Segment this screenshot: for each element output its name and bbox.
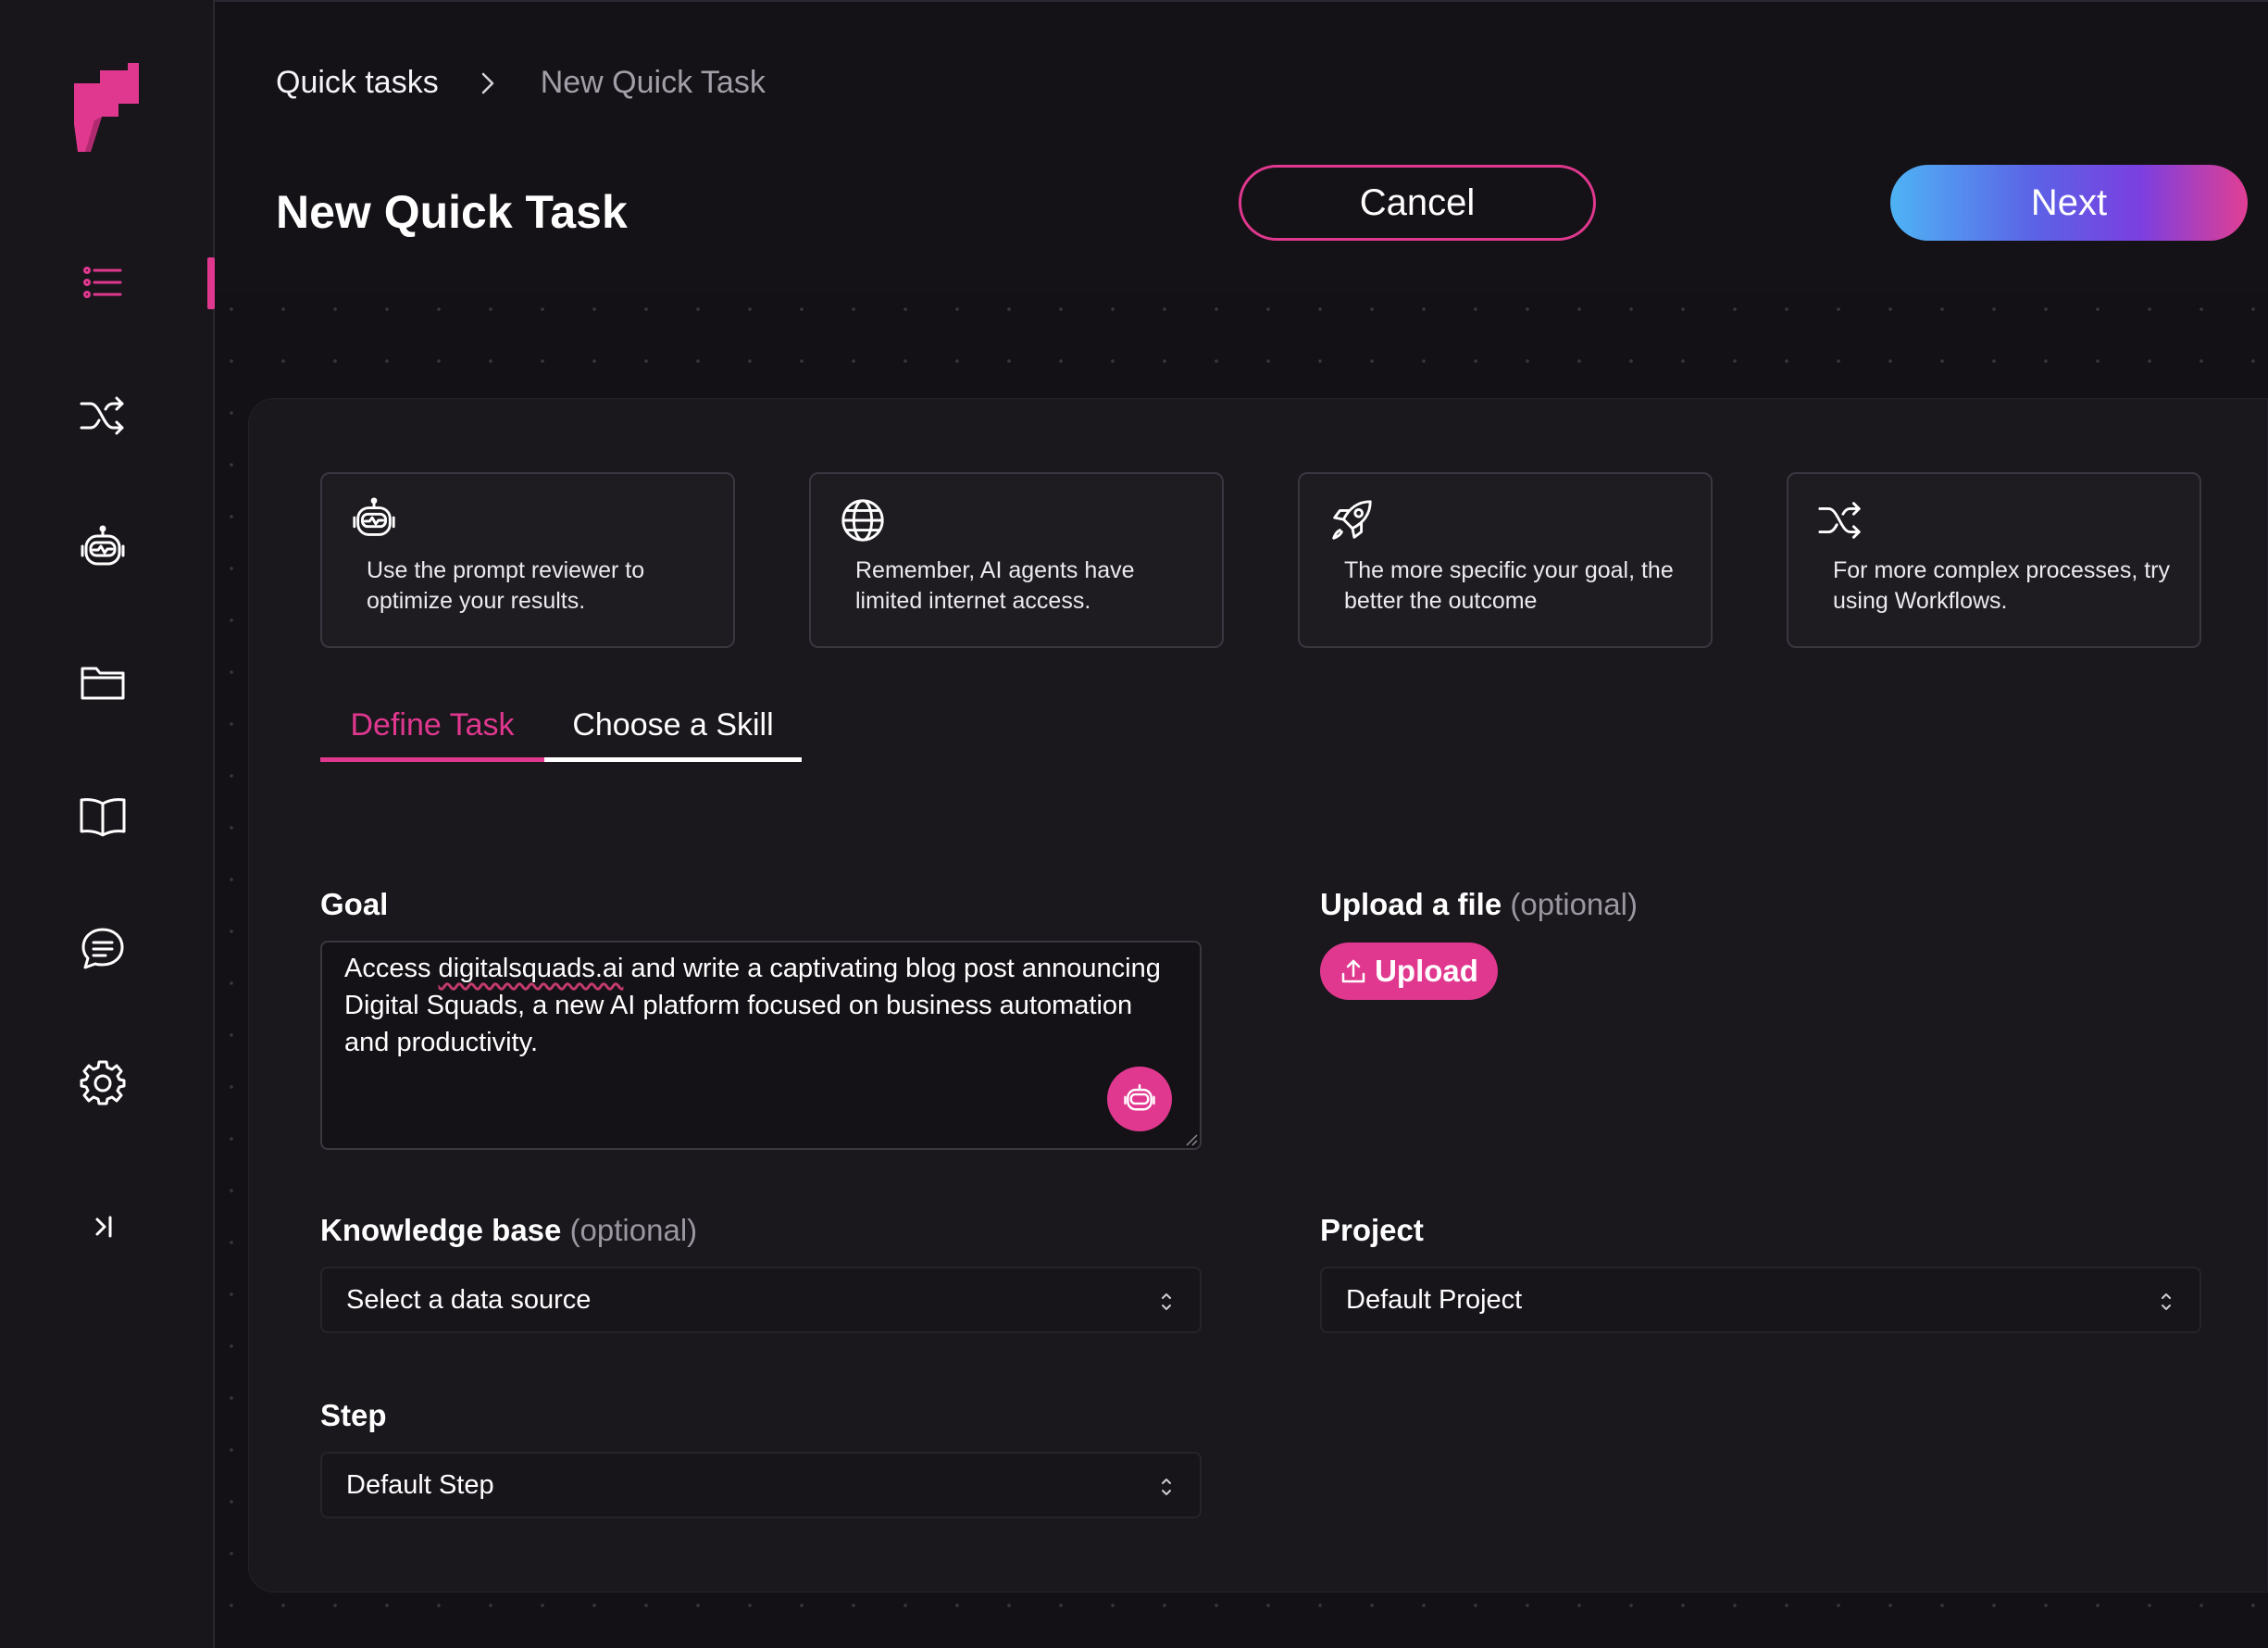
sidebar-item-workflows[interactable] (72, 385, 133, 446)
tip-card-prompt-reviewer: Use the prompt reviewer to optimize your… (320, 472, 735, 648)
chat-icon (81, 928, 124, 969)
project-select[interactable]: Default Project (1320, 1267, 2201, 1333)
robot-icon (81, 525, 125, 566)
upload-button-label: Upload (1375, 954, 1478, 988)
resize-handle-icon[interactable] (1183, 1131, 1198, 1146)
tip-text: Use the prompt reviewer to optimize your… (367, 557, 645, 614)
breadcrumb: Quick tasks New Quick Task (276, 65, 766, 101)
upload-button[interactable]: Upload (1320, 943, 1498, 1000)
book-icon (80, 798, 126, 837)
sidebar (0, 0, 215, 1648)
tip-text: For more complex processes, try using Wo… (1833, 557, 2170, 614)
tip-card-workflows: For more complex processes, try using Wo… (1787, 472, 2201, 648)
shuffle-icon (1818, 502, 1861, 539)
tip-card-specific-goal: The more specific your goal, the better … (1298, 472, 1713, 648)
page-title: New Quick Task (276, 186, 628, 238)
shuffle-icon (80, 396, 124, 435)
sidebar-item-chat[interactable] (72, 918, 133, 980)
tip-text: The more specific your goal, the better … (1344, 557, 1674, 614)
knowledge-base-label: Knowledge base (optional) (320, 1213, 697, 1248)
step-label: Step (320, 1398, 387, 1432)
chevron-up-down-icon (1162, 1293, 1171, 1310)
goal-text-part: Access (344, 954, 439, 983)
tip-text: Remember, AI agents have limited interne… (855, 557, 1135, 614)
tab-choose-skill[interactable]: Choose a Skill (544, 707, 802, 763)
prompt-reviewer-button[interactable] (1107, 1067, 1172, 1131)
robot-icon (353, 497, 395, 536)
goal-text[interactable]: Access digitalsquads.ai and write a capt… (344, 950, 1178, 1061)
upload-label-text: Upload a file (1320, 887, 1502, 921)
app-root: Quick tasks New Quick Task New Quick Tas… (0, 0, 2268, 1648)
tab-define-task[interactable]: Define Task (320, 707, 544, 763)
step-value: Default Step (346, 1469, 494, 1500)
breadcrumb-quick-tasks[interactable]: Quick tasks (276, 65, 439, 101)
sidebar-item-knowledge[interactable] (72, 785, 133, 846)
chevron-up-down-icon (2162, 1293, 2171, 1310)
step-select[interactable]: Default Step (320, 1452, 1202, 1518)
knowledge-base-label-text: Knowledge base (320, 1213, 562, 1247)
goal-text-link: digitalsquads.ai (438, 954, 624, 983)
robot-icon (1124, 1083, 1155, 1111)
upload-icon (1341, 959, 1365, 983)
chevron-up-down-icon (1162, 1479, 1171, 1495)
next-button[interactable]: Next (1890, 165, 2248, 241)
goal-label: Goal (320, 887, 389, 921)
project-value: Default Project (1346, 1284, 1523, 1315)
goal-textarea[interactable]: Access digitalsquads.ai and write a capt… (320, 941, 1202, 1150)
knowledge-base-select[interactable]: Select a data source (320, 1267, 1202, 1333)
tab-underline (544, 757, 802, 762)
chevron-right-icon (481, 72, 493, 94)
sidebar-collapse-button[interactable] (72, 1196, 133, 1257)
collapse-sidebar-icon (95, 1216, 112, 1238)
sidebar-item-quick-tasks[interactable] (72, 252, 133, 313)
page-header: Quick tasks New Quick Task New Quick Tas… (215, 0, 2268, 293)
sidebar-item-settings[interactable] (72, 1052, 133, 1113)
nav-active-indicator (207, 257, 215, 309)
upload-label: Upload a file (optional) (1320, 887, 1638, 922)
knowledge-base-value: Select a data source (346, 1284, 592, 1315)
optional-hint: (optional) (569, 1213, 698, 1247)
rocket-icon (1332, 500, 1372, 540)
project-label: Project (1320, 1213, 1424, 1247)
globe-icon (841, 499, 884, 542)
cancel-button[interactable]: Cancel (1239, 165, 1596, 241)
tip-card-internet-access: Remember, AI agents have limited interne… (809, 472, 1224, 648)
optional-hint: (optional) (1510, 887, 1638, 921)
folder-icon (81, 667, 125, 700)
tab-active-underline (320, 757, 544, 762)
sidebar-item-agents[interactable] (72, 518, 133, 580)
list-icon (83, 267, 122, 298)
breadcrumb-current: New Quick Task (540, 65, 766, 100)
sidebar-item-files[interactable] (72, 652, 133, 713)
gear-icon (80, 1060, 126, 1105)
brand-logo[interactable] (74, 63, 139, 152)
